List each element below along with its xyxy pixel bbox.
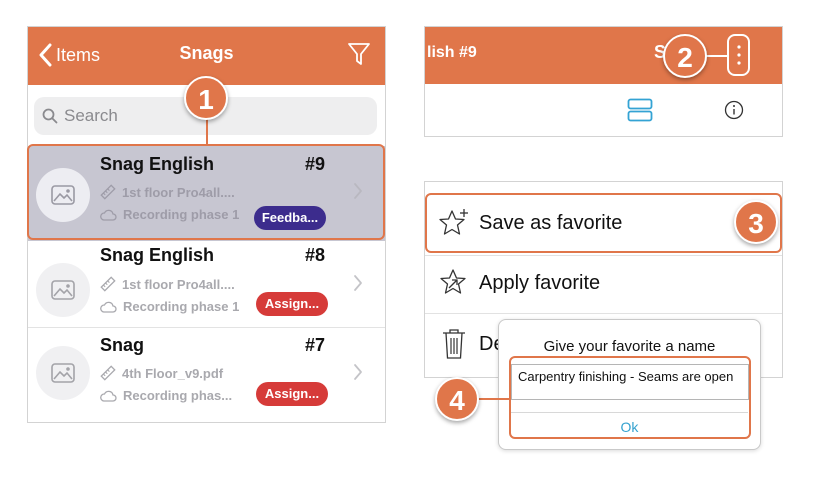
snag-phase: Recording phase 1 (100, 299, 239, 314)
status-badge: Assign... (256, 382, 328, 406)
chevron-right-icon (354, 275, 362, 291)
snag-location: 1st floor Pro4all.... (100, 184, 235, 200)
dialog-divider (511, 412, 748, 413)
callout-1: 1 (184, 76, 228, 120)
detail-panel: lish #9 S (424, 26, 783, 137)
snag-title: Snag English (100, 154, 215, 174)
menu-item-apply-favorite[interactable]: Apply favorite (425, 254, 782, 312)
page-title: Snags (179, 43, 234, 63)
ruler-icon (100, 365, 116, 381)
menu-item-label: Apply favorite (479, 271, 601, 294)
detail-title-fragment: lish #9 (427, 44, 477, 61)
more-vertical-icon[interactable] (734, 40, 744, 70)
callout-3: 3 (734, 200, 778, 244)
cloud-icon (100, 209, 117, 221)
thumbnail (36, 263, 90, 317)
snag-phase: Recording phase 1 (100, 207, 239, 222)
callout-1-line (206, 118, 208, 145)
callout-2-line (704, 55, 728, 57)
search-icon (42, 108, 58, 124)
snag-number: #9 (304, 154, 325, 174)
favorite-name-dialog: Give your favorite a name Carpentry fini… (498, 319, 761, 450)
cloud-icon (100, 301, 117, 313)
list-item[interactable]: Snag #7 4th Floor_v9.pdf Recording phas.… (28, 328, 385, 422)
favorite-name-input[interactable]: Carpentry finishing - Seams are open (511, 364, 749, 400)
star-arrow-icon (440, 269, 466, 294)
phase-text: Recording phas... (123, 388, 233, 403)
snag-title: Snag English (100, 245, 215, 265)
image-placeholder-icon (51, 280, 75, 300)
chevron-right-icon (354, 364, 362, 380)
callout-4-line (478, 398, 510, 400)
image-placeholder-icon (51, 363, 75, 383)
callout-2: 2 (663, 34, 707, 78)
ok-button[interactable]: Ok (499, 419, 760, 435)
trash-icon (443, 329, 465, 359)
chevron-right-icon (354, 183, 362, 199)
dialog-title: Give your favorite a name (543, 338, 716, 355)
split-view-icon[interactable] (627, 98, 653, 122)
menu-item-save-favorite[interactable]: Save as favorite (425, 194, 782, 252)
location-text: 1st floor Pro4all.... (122, 184, 235, 200)
menu-divider (425, 313, 782, 314)
phase-text: Recording phase 1 (123, 207, 240, 222)
phase-text: Recording phase 1 (123, 299, 240, 314)
info-icon[interactable] (724, 100, 744, 120)
status-badge: Feedba... (254, 206, 326, 230)
snag-number: #7 (304, 335, 325, 355)
snag-phase: Recording phas... (100, 388, 232, 403)
star-plus-icon (439, 209, 468, 235)
snag-location: 4th Floor_v9.pdf (100, 365, 223, 381)
location-text: 4th Floor_v9.pdf (122, 365, 224, 381)
detail-navbar: lish #9 S (425, 27, 782, 84)
menu-item-label: Save as favorite (479, 211, 623, 234)
snag-title: Snag (100, 335, 145, 355)
list-item[interactable]: Snag English #8 1st floor Pro4all.... Re… (28, 241, 385, 336)
image-placeholder-icon (51, 185, 75, 205)
callout-4: 4 (435, 377, 479, 421)
status-badge: Assign... (256, 292, 328, 316)
list-item[interactable]: Snag English #9 1st floor Pro4all.... Re… (28, 146, 385, 241)
cloud-icon (100, 390, 117, 402)
thumbnail (36, 346, 90, 400)
ruler-icon (100, 276, 116, 292)
snag-number: #8 (304, 245, 325, 265)
filter-icon[interactable] (347, 41, 371, 67)
location-text: 1st floor Pro4all.... (122, 276, 235, 292)
ruler-icon (100, 184, 116, 200)
snag-location: 1st floor Pro4all.... (100, 276, 235, 292)
thumbnail (36, 168, 90, 222)
